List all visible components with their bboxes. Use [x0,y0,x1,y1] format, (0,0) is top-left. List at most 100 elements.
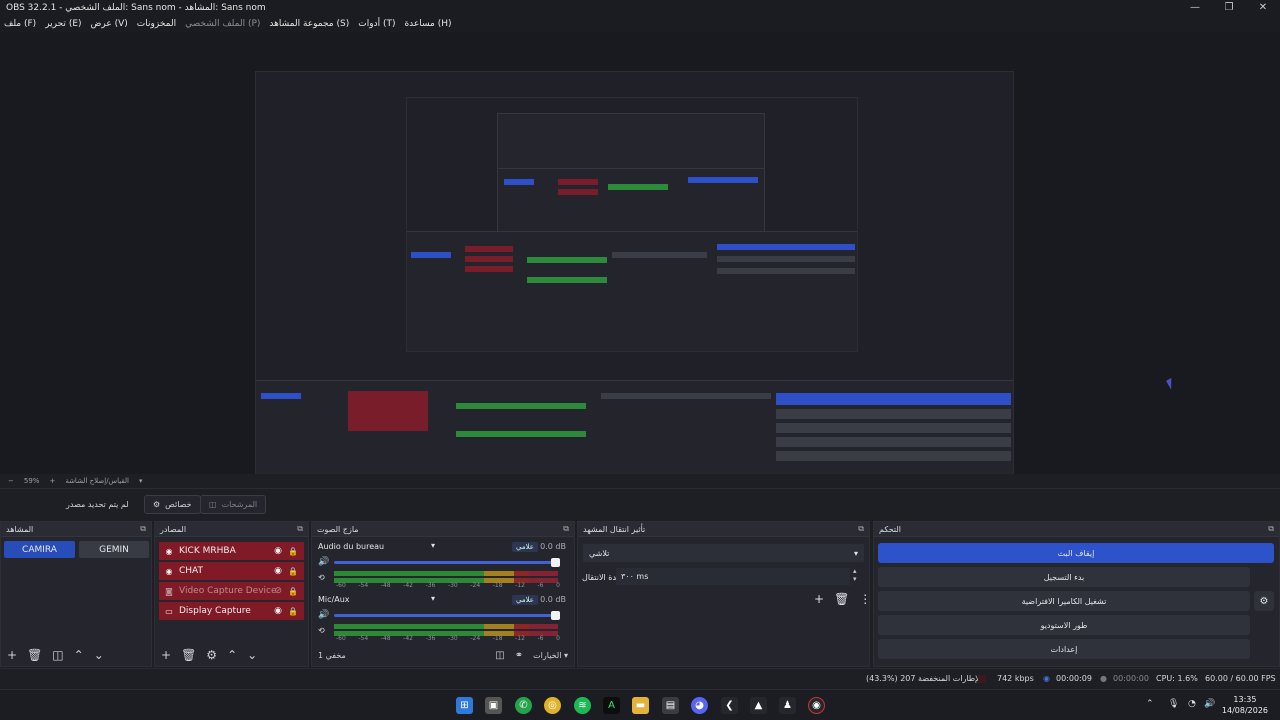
maximize-icon[interactable]: ❐ [1212,0,1246,15]
menu-item[interactable]: مساعدة (H) [404,19,451,29]
menu-item[interactable]: مجموعة المشاهد (S) [269,19,349,29]
chevron-up-icon[interactable]: ⌃ [74,648,84,662]
mixer-options-label: الخيارات [533,650,562,660]
filter-icon[interactable]: ◫ [52,648,63,662]
app-a-icon[interactable]: A [603,697,620,714]
menu-item[interactable]: الملف الشخصي (P) [185,19,260,29]
gear-icon[interactable]: ⚙ [1254,591,1274,611]
popout-icon[interactable]: ⧉ [297,524,303,534]
mini-control [717,268,855,274]
volume-slider[interactable] [334,558,560,567]
chevron-down-icon[interactable]: ▾ [431,594,435,603]
wifi-icon[interactable]: ◔ [1188,699,1196,709]
layout-icon[interactable]: ◫ [495,650,504,661]
volume-slider[interactable] [334,611,560,620]
clock-date: 14/08/2026 [1221,706,1268,715]
trash-icon[interactable]: 🗑 [181,648,196,662]
whatsapp-icon[interactable]: ✆ [515,697,532,714]
menu-item[interactable]: تحرير (E) [45,19,81,29]
minimize-icon[interactable]: — [1178,0,1212,15]
eye-icon[interactable]: ⊘ [274,586,282,596]
popout-icon[interactable]: ⧉ [1268,524,1274,534]
scene-item-gemin[interactable]: GEMIN [79,541,149,558]
media-icon[interactable]: ▤ [662,697,679,714]
chrome-icon[interactable]: ◎ [544,697,561,714]
track-monitor-button[interactable]: علامي [512,595,538,605]
obs-icon[interactable]: ◉ [808,697,825,714]
source-item[interactable]: ▭ Display Capture ◉ 🔒 [159,602,304,620]
duration-field[interactable]: ٣٠٠ ms [616,568,850,585]
mini-source [465,266,513,272]
add-icon[interactable]: + [814,592,824,606]
gear-icon[interactable]: ⚙ [206,648,217,662]
lock-icon[interactable]: 🔒 [288,547,298,556]
mic-icon[interactable]: 🎙 [1168,699,1179,709]
lock-icon[interactable]: 🔒 [288,587,298,596]
settings-button[interactable]: إعدادات [878,639,1250,659]
trash-icon[interactable]: 🗑 [834,592,849,606]
popout-icon[interactable]: ⧉ [563,524,569,534]
more-icon[interactable]: ⋮ [859,592,871,606]
eye-icon[interactable]: ◉ [274,566,282,576]
volume-icon[interactable]: 🔊 [318,610,329,620]
mixer-options-button[interactable]: الخيارات ▾ [533,651,568,660]
eye-icon[interactable]: ◉ [274,606,282,616]
close-icon[interactable]: ✕ [1246,0,1280,15]
trash-icon[interactable]: 🗑 [27,648,42,662]
duration-spinner[interactable]: ▴ ▾ [853,567,857,583]
add-icon[interactable]: + [161,648,171,662]
filters-button[interactable]: ◫ المرشحات [200,495,267,514]
zoom-plus-icon[interactable]: + [49,477,55,485]
zoom-minus-icon[interactable]: − [8,477,14,485]
volume-icon[interactable]: 🔊 [318,557,329,567]
preview-canvas[interactable] [0,32,1280,501]
mute-icon[interactable]: ⟲ [318,626,325,635]
track-monitor-button[interactable]: علامي [512,542,538,552]
source-item[interactable]: ◉ KICK MRHBA ◉ 🔒 [159,542,304,560]
task-view-icon[interactable]: ▣ [485,697,502,714]
mixer-hidden-count[interactable]: مخفي 1 [318,651,346,660]
menu-item[interactable]: ملف (F) [4,19,36,29]
stop-stream-button[interactable]: إيقاف البث [878,543,1274,563]
chevron-down-icon[interactable]: ▾ [139,477,143,485]
properties-button[interactable]: ⚙ خصائص [144,495,201,514]
app-icon[interactable]: ♟ [779,697,796,714]
mute-icon[interactable]: ⟲ [318,573,325,582]
transition-select[interactable]: تلاشي ▾ [583,544,864,562]
slider-handle[interactable] [551,611,560,620]
spotify-icon[interactable]: ≋ [574,697,591,714]
slider-handle[interactable] [551,558,560,567]
volume-icon[interactable]: 🔊 [1204,699,1215,709]
virtual-camera-button[interactable]: تشغيل الكاميرا الافتراضية [878,591,1250,611]
scale-tick: -12 [515,635,525,642]
menu-item[interactable]: المخزونات [137,19,176,29]
add-icon[interactable]: + [7,648,17,662]
lock-icon[interactable]: 🔒 [288,567,298,576]
start-record-button[interactable]: بدء التسجيل [878,567,1250,587]
menu-item[interactable]: أدوات (T) [358,19,395,29]
chevron-down-icon[interactable]: ▾ [431,541,435,550]
popout-icon[interactable]: ⧉ [858,524,864,534]
scale-tick: 0 [556,635,560,642]
transitions-dock: تأثير انتقال المشهد ⧉ تلاشي ▾ مدة الانتق… [577,521,871,667]
chevron-up-icon[interactable]: ⌃ [227,648,237,662]
capcut-icon[interactable]: ❮ [721,697,738,714]
mini-sources [348,391,428,431]
chevron-down-icon[interactable]: ⌄ [247,648,257,662]
scene-item-camira[interactable]: CAMIRA [4,541,75,558]
start-icon[interactable]: ⊞ [456,697,473,714]
chevron-down-icon[interactable]: ⌄ [94,648,104,662]
eye-icon[interactable]: ◉ [274,546,282,556]
discord-icon[interactable]: ◕ [691,697,708,714]
clock[interactable]: 13:35 14/08/2026 [1222,694,1268,716]
link-icon[interactable]: ⚭ [515,650,523,661]
menu-item[interactable]: عرض (V) [91,19,128,29]
popout-icon[interactable]: ⧉ [140,524,146,534]
source-item[interactable]: ◉ CHAT ◉ 🔒 [159,562,304,580]
folder-icon[interactable]: ▬ [632,697,649,714]
lock-icon[interactable]: 🔒 [288,607,298,616]
chevron-up-icon[interactable]: ⌃ [1146,699,1154,709]
source-item[interactable]: ◙ Video Capture Device ⊘ 🔒 [159,582,304,600]
studio-mode-button[interactable]: طور الاستوديو [878,615,1250,635]
app-icon[interactable]: ▲ [750,697,767,714]
